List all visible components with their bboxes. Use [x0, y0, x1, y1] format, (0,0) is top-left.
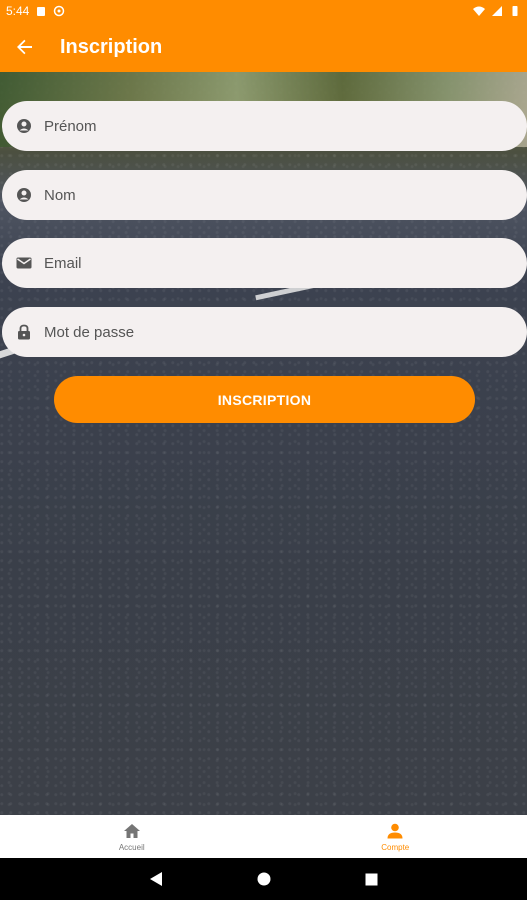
arrow-back-icon: [17, 39, 32, 55]
system-back-button[interactable]: [148, 871, 164, 887]
last-name-input[interactable]: [42, 169, 527, 221]
status-time: 5:44: [6, 4, 30, 18]
mail-icon: [16, 255, 32, 271]
person-icon: [16, 187, 32, 203]
system-navigation: [0, 858, 527, 900]
password-field[interactable]: [2, 306, 527, 358]
signal-icon: [492, 6, 502, 16]
bottom-navigation: Accueil Compte: [0, 815, 527, 858]
nav-item-home[interactable]: Accueil: [0, 815, 264, 858]
home-icon: [123, 824, 140, 838]
circle-home-icon: [257, 872, 270, 886]
system-home-button[interactable]: [256, 871, 272, 887]
page-title: Inscription: [60, 35, 163, 58]
first-name-input[interactable]: [42, 100, 527, 152]
notification-icon: [37, 7, 46, 16]
lock-icon: [16, 324, 32, 340]
email-field[interactable]: [2, 237, 527, 289]
person-icon: [16, 118, 32, 134]
account-icon: [387, 823, 403, 839]
signup-button[interactable]: INSCRIPTION: [54, 376, 475, 423]
nav-label-account: Compte: [381, 843, 410, 852]
battery-icon: [512, 6, 518, 16]
square-recents-icon: [365, 873, 378, 885]
triangle-back-icon: [149, 872, 162, 886]
last-name-field[interactable]: [2, 169, 527, 221]
sync-icon: [54, 5, 65, 17]
app-bar: Inscription: [0, 22, 527, 72]
status-bar: 5:44: [0, 0, 527, 22]
system-recents-button[interactable]: [364, 871, 380, 887]
nav-label-home: Accueil: [118, 843, 145, 852]
password-input[interactable]: [42, 306, 527, 358]
wifi-icon: [473, 6, 485, 16]
back-button[interactable]: [0, 22, 50, 72]
email-input[interactable]: [42, 237, 527, 289]
first-name-field[interactable]: [2, 100, 527, 152]
nav-item-account[interactable]: Compte: [264, 815, 527, 858]
